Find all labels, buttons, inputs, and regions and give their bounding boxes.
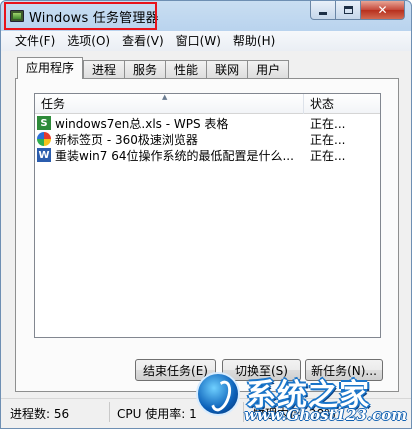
column-status-label: 状态: [310, 97, 335, 111]
switch-to-button[interactable]: 切换至(S): [222, 359, 301, 381]
task-row[interactable]: 新标签页 - 360极速浏览器 正在...: [35, 131, 380, 147]
task-name: 新标签页 - 360极速浏览器: [55, 132, 198, 147]
applications-panel: ▲ 任务 状态 S windows7en总.xls - WPS 表格 正在...: [15, 78, 399, 392]
task-row[interactable]: W 重装win7 64位操作系统的最低配置是什么... 正在...: [35, 147, 380, 163]
task-cell: 新标签页 - 360极速浏览器: [35, 131, 304, 148]
maximize-button[interactable]: [336, 1, 361, 20]
task-cell: S windows7en总.xls - WPS 表格: [35, 115, 304, 132]
cpu-usage: CPU 使用率: 1: [117, 407, 197, 421]
tab-strip: 应用程序 进程 服务 性能 联网 用户: [17, 57, 290, 79]
menu-help[interactable]: 帮助(H): [227, 32, 281, 50]
status-bar: 进程数: 56 CPU 使用率: 1 物理内存: 28%: [1, 398, 411, 428]
menu-window[interactable]: 窗口(W): [170, 32, 227, 50]
tab-users[interactable]: 用户: [247, 60, 290, 79]
wps-spreadsheet-icon: S: [37, 116, 51, 130]
memory-usage: 物理内存: 28%: [253, 407, 336, 421]
end-task-button[interactable]: 结束任务(E): [135, 359, 216, 381]
new-task-button[interactable]: 新任务(N)...: [305, 359, 383, 381]
menu-file[interactable]: 文件(F): [9, 32, 61, 50]
360-browser-icon: [37, 132, 51, 146]
task-status: 正在...: [310, 132, 346, 147]
task-name: windows7en总.xls - WPS 表格: [55, 116, 229, 131]
maximize-icon: [343, 6, 353, 14]
task-status: 正在...: [310, 148, 346, 163]
task-name: 重装win7 64位操作系统的最低配置是什么...: [55, 148, 294, 163]
tab-performance[interactable]: 性能: [165, 60, 207, 79]
title-bar[interactable]: Windows 任务管理器 ✕: [1, 1, 411, 31]
minimize-button[interactable]: [310, 1, 336, 20]
menu-bar: 文件(F) 选项(O) 查看(V) 窗口(W) 帮助(H): [1, 31, 411, 51]
minimize-icon: [319, 11, 327, 15]
word-document-icon: W: [37, 148, 51, 162]
tab-processes[interactable]: 进程: [83, 60, 125, 79]
process-count: 进程数: 56: [10, 407, 70, 421]
column-header-task[interactable]: ▲ 任务: [35, 93, 304, 114]
column-task-label: 任务: [41, 97, 66, 111]
sort-ascending-icon: ▲: [162, 93, 168, 101]
column-header-status[interactable]: 状态: [304, 94, 380, 114]
task-list-header: ▲ 任务 状态: [35, 93, 380, 114]
tab-services[interactable]: 服务: [124, 60, 166, 79]
menu-options[interactable]: 选项(O): [61, 32, 116, 50]
task-list[interactable]: ▲ 任务 状态 S windows7en总.xls - WPS 表格 正在...: [34, 93, 381, 338]
title-highlight-box: [4, 2, 157, 30]
menu-view[interactable]: 查看(V): [116, 32, 170, 50]
task-cell: W 重装win7 64位操作系统的最低配置是什么...: [35, 147, 304, 164]
status-divider: [243, 402, 244, 422]
task-manager-window: Windows 任务管理器 ✕ 文件(F) 选项(O) 查看(V) 窗口(W) …: [0, 0, 412, 429]
task-status: 正在...: [310, 116, 346, 131]
tab-networking[interactable]: 联网: [206, 60, 248, 79]
task-rows: S windows7en总.xls - WPS 表格 正在... 新标签页 - …: [35, 115, 380, 163]
task-row[interactable]: S windows7en总.xls - WPS 表格 正在...: [35, 115, 380, 131]
client-area: 应用程序 进程 服务 性能 联网 用户 ▲ 任务 状态 S windows7en…: [1, 51, 411, 398]
status-divider: [109, 402, 110, 422]
window-controls: ✕: [310, 1, 405, 21]
close-button[interactable]: ✕: [361, 1, 405, 20]
close-icon: ✕: [377, 3, 388, 17]
tab-applications[interactable]: 应用程序: [17, 57, 84, 79]
